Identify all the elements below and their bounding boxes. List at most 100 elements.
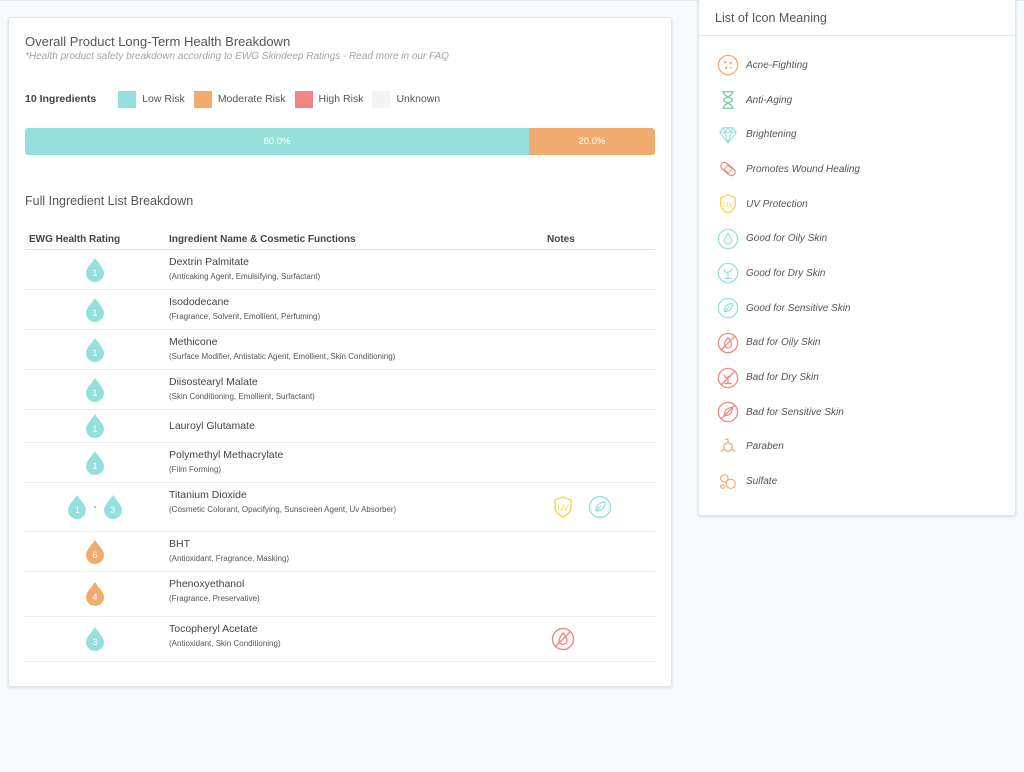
ingredient-name: Isododecane [169,296,230,308]
icon-meaning-label: Good for Sensitive Skin [746,302,851,314]
ewg-rating: 6 [25,532,165,571]
low-risk-label: Low Risk [142,93,185,105]
ewg-rating: 3 [25,617,165,661]
good-sensitive-icon [588,495,612,519]
ingredient-functions: (Fragrance, Preservative) [169,594,260,603]
ingredient-functions: (Skin Conditioning, Emollient, Surfactan… [169,392,315,401]
rating-value: 1 [92,267,98,278]
rating-drop-icon: 4 [85,582,105,606]
icon-meaning-item: Bad for Oily Skin [717,326,860,361]
icon-meaning-label: Bad for Oily Skin [746,337,821,349]
icon-meaning-item: Bad for Sensitive Skin [717,395,860,430]
breakdown-subtitle: *Health product safety breakdown accordi… [25,51,449,62]
table-row: 4 Phenoxyethanol (Fragrance, Preservative) [25,572,655,617]
good-dry-icon [717,262,746,284]
ingredient-list-title: Full Ingredient List Breakdown [25,194,194,208]
sidebar-divider [699,35,1015,36]
ingredient-notes [551,617,575,661]
ingredient-cell: Phenoxyethanol (Fragrance, Preservative) [169,578,260,603]
ingredient-table-body: 1 Dextrin Palmitate (Anticaking Agent, Emu… [25,250,655,662]
ewg-rating: 1 - 3 [25,483,165,531]
ingredient-name: Titanium Dioxide [169,489,247,501]
ingredient-name: Polymethyl Methacrylate [169,449,284,461]
rating-drop-icon: 1 [85,337,105,362]
icon-meaning-item: Promotes Wound Healing [717,152,860,187]
bad-sensitive-icon [717,401,746,423]
icon-meaning-label: UV Protection [746,198,808,210]
rating-drop-icon: 3 [85,627,105,651]
rating-value: 4 [92,592,98,602]
rating-value: 1 [92,460,98,471]
table-row: 3 Tocopheryl Acetate (Antioxidant, Skin Co… [25,617,655,662]
good-oily-icon [717,228,746,250]
sulfate-icon [717,471,746,493]
risk-breakdown-bar: 80.0% 20.0% [25,128,655,155]
health-breakdown-card: Overall Product Long-Term Health Breakdo… [8,17,672,687]
icon-meaning-title: List of Icon Meaning [715,11,827,25]
ewg-rating: 1 [25,330,165,369]
good-sensitive-icon [717,297,746,319]
ingredient-cell: Isododecane (Fragrance, Solvent, Emollien… [169,296,320,321]
ewg-rating: 1 [25,410,165,442]
icon-meaning-item: Good for Sensitive Skin [717,291,860,326]
brightening-icon [717,124,746,146]
table-row: 1 Isododecane (Fragrance, Solvent, Emollie… [25,290,655,330]
low-risk-swatch [118,90,137,108]
rating-value: 6 [92,549,98,560]
icon-meaning-label: Paraben [746,441,784,453]
ingredient-name: BHT [169,538,190,550]
ewg-rating: 1 [25,290,165,329]
icon-meaning-label: Acne-Fighting [746,59,808,71]
ingredient-functions: (Cosmetic Colorant, Opacifying, Sunscree… [169,505,397,514]
ingredient-cell: Titanium Dioxide (Cosmetic Colorant, Opac… [169,489,396,514]
rating-drop-icon: 1 [85,297,105,322]
ingredient-name: Methicone [169,336,218,348]
ingredient-cell: Dextrin Palmitate (Anticaking Agent, Emul… [169,256,320,281]
svg-text:UV: UV [557,504,569,513]
ingredient-cell: Lauroyl Glutamate [169,420,255,432]
ingredient-functions: (Film Forming) [169,465,221,474]
high-risk-label: High Risk [318,93,364,105]
ingredient-cell: Polymethyl Methacrylate (Film Forming) [169,449,283,474]
unknown-label: Unknown [396,93,441,105]
ewg-rating: 4 [25,572,165,616]
ingredient-cell: Tocopheryl Acetate (Antioxidant, Skin Con… [169,623,281,648]
ingredient-functions: (Antioxidant, Skin Conditioning) [169,639,281,648]
table-row: 1 Diisostearyl Malate (Skin Conditioning, … [25,370,655,410]
rating-drop-icon: 1 [85,414,105,438]
rating-drop-icon: 6 [85,539,105,564]
icon-meaning-label: Sulfate [746,476,778,488]
rating-value: 1 [92,347,98,358]
bad-oily-icon [717,332,746,354]
ingredient-table-header: EWG Health Rating Ingredient Name & Cosm… [25,232,655,250]
icon-meaning-item: Anti-Aging [717,83,860,118]
low-risk-segment: 80.0% [25,128,529,155]
ingredient-cell: BHT (Antioxidant, Fragrance, Masking) [169,538,289,563]
table-row: 1 Lauroyl Glutamate [25,410,655,443]
table-row: 1 Dextrin Palmitate (Anticaking Agent, Emu… [25,250,655,290]
ewg-rating: 1 [25,370,165,409]
paraben-icon [717,436,746,458]
icon-meaning-label: Bad for Dry Skin [746,372,819,384]
ewg-rating: 1 [25,443,165,482]
rating-drop-icon: 1 [67,495,87,519]
ingredient-functions: (Anticaking Agent, Emulsifying, Surfacta… [169,272,321,281]
ingredient-notes: UV [551,483,612,531]
table-row: 1 - 3 Titanium Dioxide (Cosmetic Colorant, O… [25,483,655,532]
icon-meaning-label: Bad for Sensitive Skin [746,406,844,418]
icon-meaning-item: Good for Dry Skin [717,256,860,291]
ingredient-name: Phenoxyethanol [169,578,245,590]
ingredient-name: Tocopheryl Acetate [169,623,258,635]
icon-meaning-item: UV UV Protection [717,187,860,222]
ingredient-name: Dextrin Palmitate [169,256,249,268]
rating-drop-icon: 1 [85,377,105,402]
rating-value: 3 [92,637,98,647]
moderate-risk-segment: 20.0% [529,128,655,155]
icon-meaning-label: Anti-Aging [746,94,793,106]
icon-meaning-label: Promotes Wound Healing [746,163,860,175]
rating-drop-icon: 1 [85,450,105,475]
ingredient-functions: (Fragrance, Solvent, Emollient, Perfumin… [169,312,321,321]
risk-legend: 10 Ingredients Low Risk Moderate Risk Hi… [25,90,449,108]
rating-value: 1 [92,387,98,398]
icon-meaning-item: Bad for Dry Skin [717,360,860,395]
